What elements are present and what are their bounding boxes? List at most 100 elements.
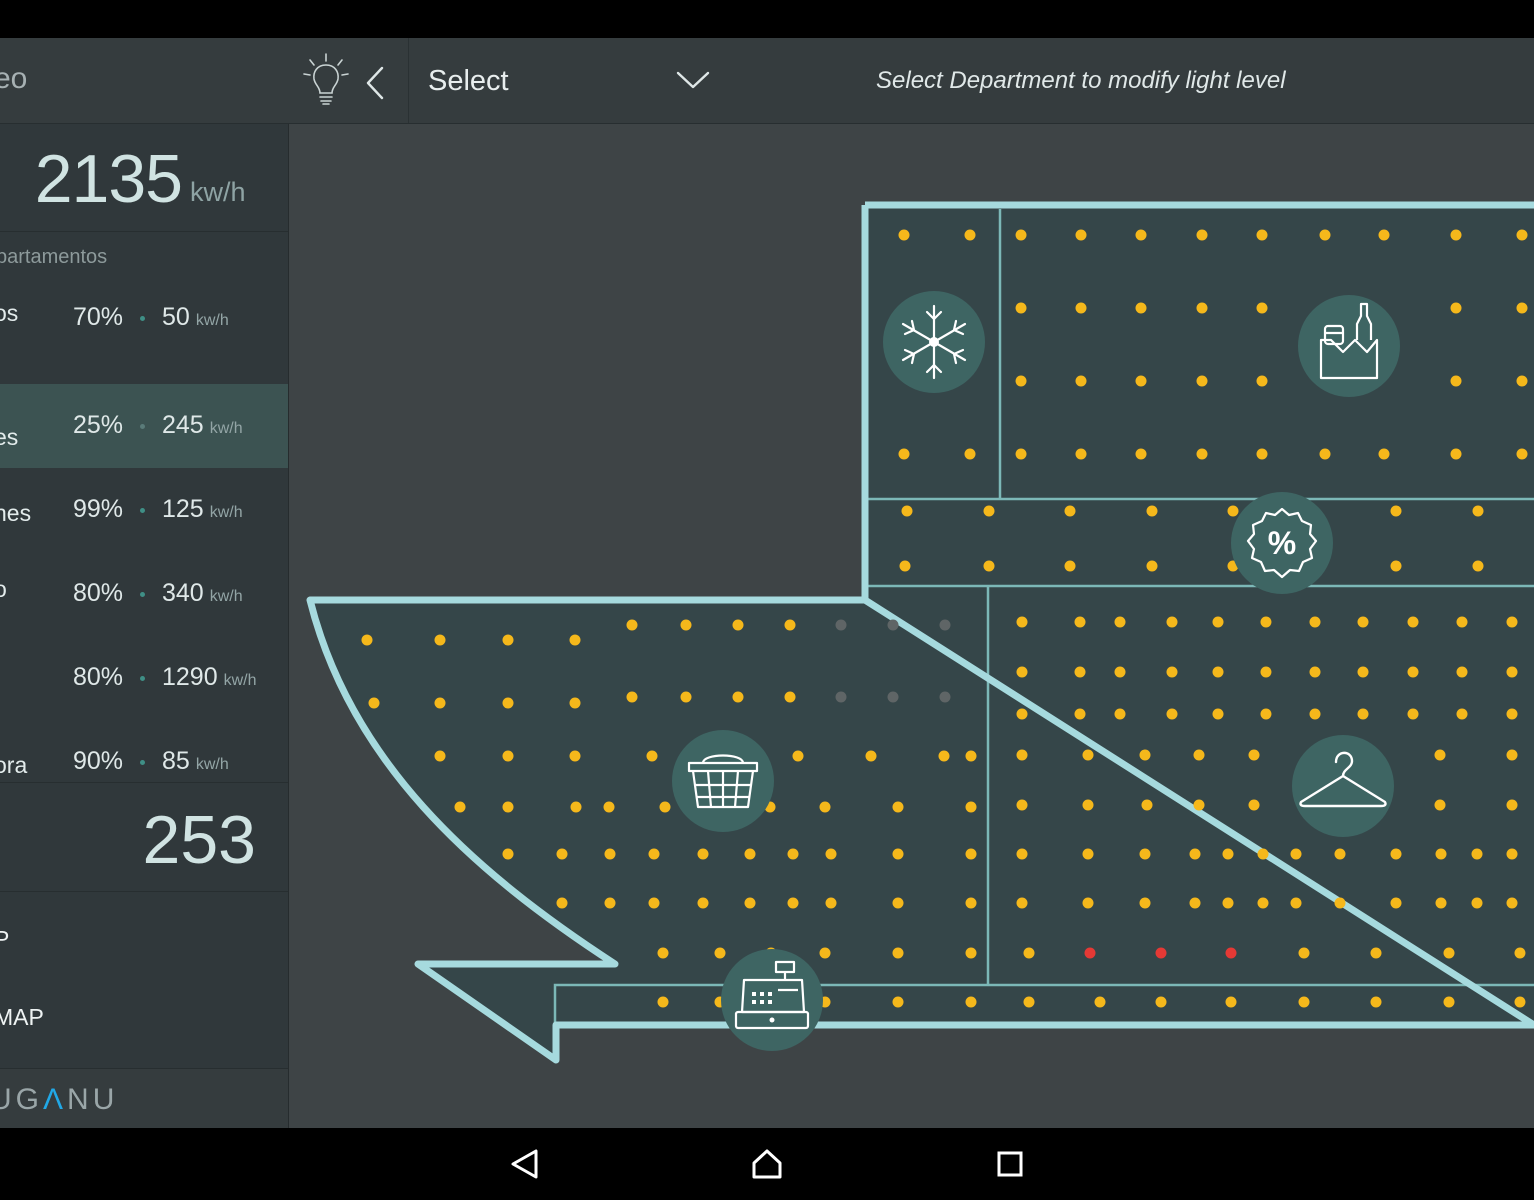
light-on[interactable] (604, 897, 616, 909)
back-chevron-icon[interactable] (364, 66, 386, 100)
light-on[interactable] (1016, 749, 1028, 761)
light-on[interactable] (1309, 666, 1321, 678)
light-on[interactable] (819, 801, 831, 813)
light-on[interactable] (1016, 708, 1028, 720)
light-on[interactable] (1248, 749, 1260, 761)
light-on[interactable] (1260, 708, 1272, 720)
light-on[interactable] (454, 801, 466, 813)
light-on[interactable] (368, 697, 380, 709)
light-on[interactable] (1075, 375, 1087, 387)
light-on[interactable] (556, 897, 568, 909)
light-on[interactable] (1256, 229, 1268, 241)
light-on[interactable] (1450, 375, 1462, 387)
light-on[interactable] (1135, 229, 1147, 241)
light-on[interactable] (1082, 749, 1094, 761)
light-on[interactable] (502, 848, 514, 860)
light-on[interactable] (1135, 375, 1147, 387)
light-on[interactable] (1516, 229, 1528, 241)
light-on[interactable] (1256, 448, 1268, 460)
light-on[interactable] (714, 947, 726, 959)
light-on[interactable] (732, 619, 744, 631)
light-on[interactable] (1260, 616, 1272, 628)
light-on[interactable] (361, 634, 373, 646)
light-on[interactable] (603, 801, 615, 813)
light-on[interactable] (965, 947, 977, 959)
hanger-icon[interactable] (1292, 735, 1394, 837)
light-on[interactable] (1506, 848, 1518, 860)
light-on[interactable] (983, 560, 995, 572)
back-triangle-icon[interactable] (508, 1148, 542, 1180)
light-on[interactable] (1390, 897, 1402, 909)
light-fault[interactable] (1225, 947, 1237, 959)
light-on[interactable] (1309, 708, 1321, 720)
light-off[interactable] (939, 619, 951, 631)
light-on[interactable] (1472, 560, 1484, 572)
light-on[interactable] (1139, 749, 1151, 761)
store-map[interactable]: % (289, 124, 1534, 1128)
light-on[interactable] (1506, 799, 1518, 811)
light-on[interactable] (965, 801, 977, 813)
light-on[interactable] (898, 448, 910, 460)
light-on[interactable] (1435, 848, 1447, 860)
department-item[interactable]: o 80% 340 kw/h (0, 552, 288, 636)
light-on[interactable] (1064, 505, 1076, 517)
light-on[interactable] (1222, 848, 1234, 860)
light-on[interactable] (1016, 666, 1028, 678)
light-fault[interactable] (1155, 947, 1167, 959)
light-on[interactable] (1390, 560, 1402, 572)
light-on[interactable] (1074, 708, 1086, 720)
light-on[interactable] (657, 996, 669, 1008)
light-on[interactable] (569, 697, 581, 709)
light-on[interactable] (1248, 799, 1260, 811)
light-on[interactable] (1016, 897, 1028, 909)
light-on[interactable] (502, 634, 514, 646)
light-on[interactable] (787, 897, 799, 909)
department-item[interactable]: os 70% 50 kw/h (0, 276, 288, 360)
light-on[interactable] (646, 750, 658, 762)
light-on[interactable] (1456, 616, 1468, 628)
light-on[interactable] (502, 801, 514, 813)
light-on[interactable] (787, 848, 799, 860)
light-on[interactable] (1212, 708, 1224, 720)
light-on[interactable] (899, 560, 911, 572)
lightbulb-icon[interactable] (302, 52, 350, 108)
light-on[interactable] (434, 750, 446, 762)
light-on[interactable] (825, 897, 837, 909)
sidebar-link[interactable]: P (0, 926, 9, 953)
light-on[interactable] (626, 691, 638, 703)
light-on[interactable] (892, 897, 904, 909)
light-on[interactable] (1146, 560, 1158, 572)
light-on[interactable] (1257, 848, 1269, 860)
light-on[interactable] (1434, 799, 1446, 811)
light-on[interactable] (1196, 229, 1208, 241)
light-on[interactable] (1407, 616, 1419, 628)
grocery-icon[interactable] (1298, 295, 1400, 397)
light-on[interactable] (792, 750, 804, 762)
light-on[interactable] (1506, 749, 1518, 761)
light-on[interactable] (1074, 616, 1086, 628)
light-on[interactable] (964, 229, 976, 241)
cash-register-icon[interactable] (721, 949, 823, 1051)
light-on[interactable] (502, 697, 514, 709)
light-on[interactable] (964, 448, 976, 460)
light-on[interactable] (901, 505, 913, 517)
light-on[interactable] (965, 897, 977, 909)
home-icon[interactable] (750, 1148, 784, 1180)
light-on[interactable] (1514, 947, 1526, 959)
light-on[interactable] (1023, 947, 1035, 959)
light-on[interactable] (1082, 848, 1094, 860)
light-on[interactable] (983, 505, 995, 517)
light-on[interactable] (1334, 848, 1346, 860)
light-on[interactable] (1075, 229, 1087, 241)
light-on[interactable] (1196, 375, 1208, 387)
light-on[interactable] (1212, 616, 1224, 628)
light-on[interactable] (1472, 505, 1484, 517)
light-on[interactable] (1146, 505, 1158, 517)
light-on[interactable] (604, 848, 616, 860)
basket-icon[interactable] (672, 730, 774, 832)
light-on[interactable] (657, 947, 669, 959)
light-on[interactable] (648, 897, 660, 909)
light-on[interactable] (1378, 448, 1390, 460)
light-on[interactable] (1189, 848, 1201, 860)
light-on[interactable] (1471, 848, 1483, 860)
